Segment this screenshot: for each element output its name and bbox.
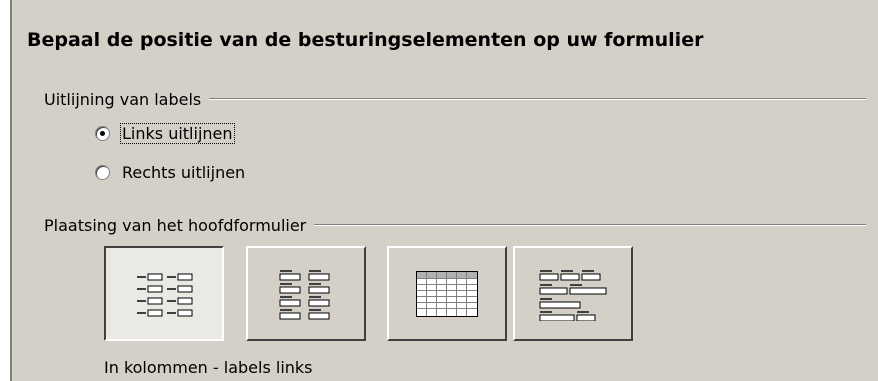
page-title: Bepaal de positie van de besturingseleme…: [27, 29, 704, 51]
main-form-placement-group-header: Plaatsing van het hoofdformulier: [44, 213, 866, 237]
group-separator-line: [314, 224, 866, 226]
layout-datasheet-button[interactable]: [387, 246, 507, 341]
wizard-page: Bepaal de positie van de besturingseleme…: [0, 0, 878, 381]
columns-labels-left-icon: [135, 269, 193, 319]
radio-links-uitlijnen[interactable]: Links uitlijnen: [95, 121, 235, 145]
radio-unselected-icon[interactable]: [95, 164, 110, 180]
radio-dot-icon: [100, 130, 105, 136]
layout-blocks-labels-top-button[interactable]: [513, 246, 633, 341]
label-alignment-group-header: Uitlijning van labels: [44, 87, 866, 111]
left-panel-divider: [10, 0, 12, 381]
columns-labels-top-icon: [277, 267, 335, 321]
radio-rechts-uitlijnen-label[interactable]: Rechts uitlijnen: [121, 163, 246, 182]
left-panel-edge: [0, 0, 10, 381]
radio-rechts-uitlijnen[interactable]: Rechts uitlijnen: [95, 160, 246, 184]
group-separator-line: [209, 98, 866, 100]
blocks-labels-top-icon: [537, 267, 609, 321]
datasheet-table-icon: [414, 269, 480, 319]
layout-columns-labels-top-button[interactable]: [246, 246, 366, 341]
radio-selected-icon[interactable]: [95, 125, 110, 141]
selected-layout-caption: In kolommen - labels links: [104, 358, 313, 377]
layout-columns-labels-left-button[interactable]: [104, 246, 224, 341]
main-form-placement-group-label: Plaatsing van het hoofdformulier: [44, 215, 307, 235]
radio-links-uitlijnen-label[interactable]: Links uitlijnen: [120, 122, 235, 144]
label-alignment-group-label: Uitlijning van labels: [44, 89, 202, 109]
